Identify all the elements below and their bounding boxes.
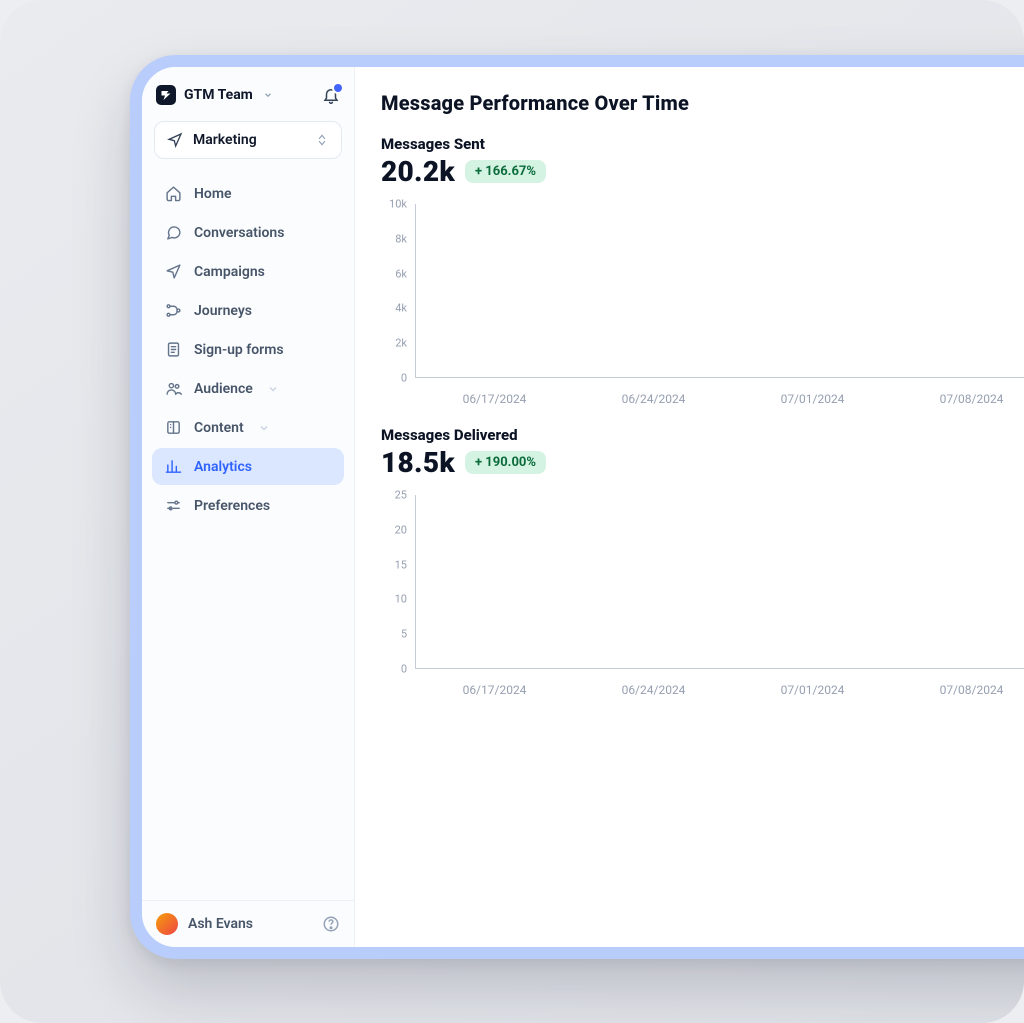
team-name: GTM Team — [184, 87, 253, 103]
y-tick-label: 5 — [401, 628, 407, 641]
y-tick-label: 6k — [395, 267, 407, 280]
delta-badge: + 190.00% — [465, 451, 546, 474]
send-icon — [164, 263, 182, 280]
y-tick-label: 15 — [395, 558, 407, 571]
sidebar-item-content[interactable]: Content — [152, 409, 344, 446]
sidebar-item-label: Audience — [194, 381, 253, 397]
x-tick-label: 06/24/2024 — [622, 392, 686, 406]
y-tick-label: 2k — [395, 337, 407, 350]
compass-icon — [167, 132, 183, 148]
metric-delivered-header: Messages Delivered 18.5k + 190.00% — [381, 426, 1024, 479]
y-tick-label: 10 — [395, 593, 407, 606]
form-icon — [164, 341, 182, 358]
home-icon — [164, 185, 182, 202]
x-tick-label: 07/08/2024 — [940, 392, 1004, 406]
sidebar-item-label: Analytics — [194, 459, 252, 475]
sidebar-item-label: Preferences — [194, 498, 270, 514]
user-name: Ash Evans — [188, 916, 253, 932]
sidebar-item-label: Home — [194, 186, 232, 202]
main-content: Message Performance Over Time Messages S… — [355, 67, 1024, 947]
chat-icon — [164, 224, 182, 241]
y-tick-label: 0 — [401, 663, 407, 676]
book-icon — [164, 419, 182, 436]
y-tick-label: 20 — [395, 523, 407, 536]
sidebar-item-label: Journeys — [194, 303, 252, 319]
sidebar-item-home[interactable]: Home — [152, 175, 344, 212]
sidebar-item-label: Content — [194, 420, 244, 436]
sidebar-item-analytics[interactable]: Analytics — [152, 448, 344, 485]
avatar[interactable] — [156, 913, 178, 935]
metric-value: 20.2k — [381, 155, 455, 188]
y-tick-label: 0 — [401, 372, 407, 385]
help-button[interactable] — [322, 915, 340, 933]
workspace-label: Marketing — [193, 132, 257, 148]
sidebar-item-label: Campaigns — [194, 264, 265, 280]
chart-messages-delivered: 0 5 10 15 20 25 06/17/2024 06/24/2024 07/01/2024… — [381, 489, 1024, 699]
swap-vertical-icon — [315, 133, 329, 147]
app-logo-icon — [156, 85, 176, 105]
metric-label: Messages Delivered — [381, 426, 1024, 444]
y-tick-label: 10k — [389, 198, 407, 211]
sidebar-item-audience[interactable]: Audience — [152, 370, 344, 407]
x-tick-label: 07/01/2024 — [781, 392, 845, 406]
y-tick-label: 4k — [395, 302, 407, 315]
sidebar-footer: Ash Evans — [142, 900, 354, 947]
metric-sent-header: Messages Sent 20.2k + 166.67% — [381, 135, 1024, 188]
chevron-down-icon — [267, 383, 279, 395]
notification-dot-icon — [334, 84, 342, 92]
metric-label: Messages Sent — [381, 135, 1024, 153]
chart-icon — [164, 458, 182, 475]
x-tick-label: 06/17/2024 — [463, 683, 527, 697]
team-switcher[interactable]: GTM Team — [154, 79, 342, 111]
page-title: Message Performance Over Time — [381, 91, 1024, 115]
sidebar-item-conversations[interactable]: Conversations — [152, 214, 344, 251]
flow-icon — [164, 302, 182, 319]
sidebar-item-sign-up-forms[interactable]: Sign-up forms — [152, 331, 344, 368]
x-tick-label: 07/01/2024 — [781, 683, 845, 697]
x-tick-label: 06/24/2024 — [622, 683, 686, 697]
x-tick-label: 07/08/2024 — [940, 683, 1004, 697]
sliders-icon — [164, 497, 182, 514]
metric-value: 18.5k — [381, 446, 455, 479]
users-icon — [164, 380, 182, 397]
sidebar: GTM Team Marketing — [142, 67, 355, 947]
chevron-down-icon — [263, 90, 273, 100]
x-tick-label: 06/17/2024 — [463, 392, 527, 406]
sidebar-item-journeys[interactable]: Journeys — [152, 292, 344, 329]
sidebar-item-preferences[interactable]: Preferences — [152, 487, 344, 524]
sidebar-item-campaigns[interactable]: Campaigns — [152, 253, 344, 290]
chart-messages-sent: 0 2k 4k 6k 8k 10k 06/17/2024 06/24/2024 07/01/20… — [381, 198, 1024, 408]
workspace-selector[interactable]: Marketing — [154, 121, 342, 159]
y-tick-label: 25 — [395, 489, 407, 502]
notifications-button[interactable] — [322, 86, 340, 104]
sidebar-item-label: Conversations — [194, 225, 284, 241]
delta-badge: + 166.67% — [465, 160, 546, 183]
y-tick-label: 8k — [395, 232, 407, 245]
sidebar-nav: Home Conversations Campaigns Journeys Sign-u… — [142, 167, 354, 532]
chevron-down-icon — [258, 422, 270, 434]
sidebar-item-label: Sign-up forms — [194, 342, 284, 358]
